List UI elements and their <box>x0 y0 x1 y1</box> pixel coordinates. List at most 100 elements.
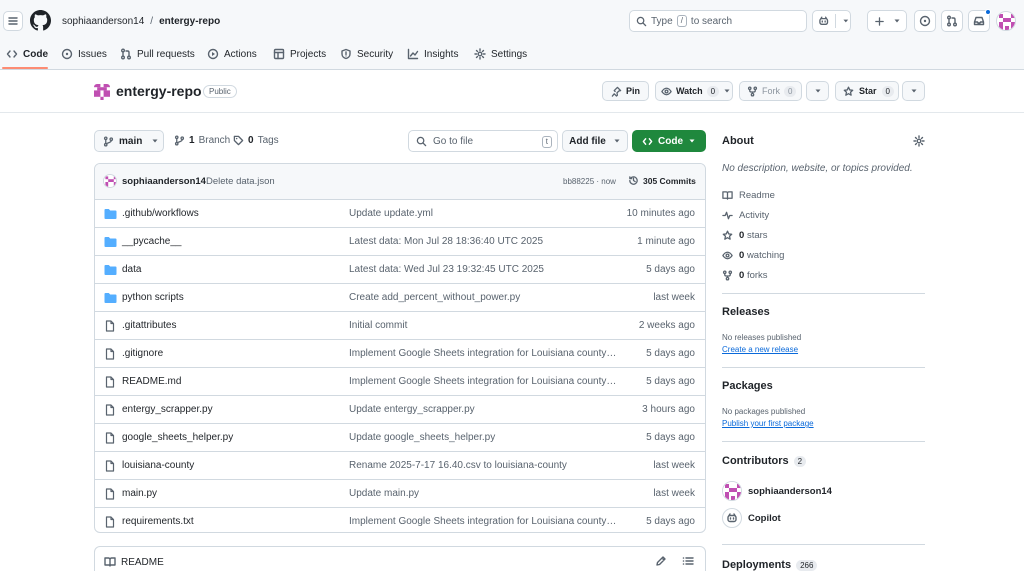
user-avatar[interactable] <box>996 11 1016 31</box>
go-to-file-input[interactable]: Go to file t <box>408 130 558 152</box>
table-row[interactable]: .github/workflows Update update.yml 10 min… <box>94 199 706 227</box>
add-file-label: Add file <box>569 135 606 147</box>
contributors-title: Contributors <box>722 455 789 467</box>
copilot-button[interactable] <box>812 10 851 32</box>
table-row[interactable]: .gitattributes Initial commit 2 weeks ago <box>94 311 706 339</box>
code-dropdown-button[interactable]: Code <box>632 130 706 152</box>
watch-button[interactable]: Watch 0 <box>655 81 733 101</box>
latest-commit-message[interactable]: Delete data.json <box>206 176 275 187</box>
releases-title[interactable]: Releases <box>722 306 770 318</box>
fork-button[interactable]: Fork 0 <box>739 81 802 101</box>
repo-tab-issues[interactable]: Issues <box>61 45 107 63</box>
commit-message-link[interactable]: Create add_percent_without_power.py <box>349 292 617 303</box>
about-activity-link[interactable]: Activity <box>722 208 769 222</box>
about-watching-link[interactable]: 0 watching <box>722 248 784 262</box>
publish-package-link[interactable]: Publish your first package <box>722 419 814 428</box>
commit-message-link[interactable]: Implement Google Sheets integration for … <box>349 516 617 527</box>
graph-icon <box>407 48 419 60</box>
commit-message-link[interactable]: Implement Google Sheets integration for … <box>349 376 617 387</box>
repo-tab-code[interactable]: Code <box>6 45 48 63</box>
repo-tab-insights[interactable]: Insights <box>407 45 458 63</box>
search-icon <box>416 136 427 146</box>
create-new-button[interactable] <box>867 10 907 32</box>
latest-commit-avatar[interactable] <box>103 174 117 188</box>
file-name-link[interactable]: .github/workflows <box>122 208 199 219</box>
about-forks-link[interactable]: 0 forks <box>722 268 768 282</box>
file-icon <box>105 516 115 528</box>
sidebar-divider <box>722 441 925 442</box>
edit-readme-button[interactable] <box>655 555 667 567</box>
contributor-item[interactable]: sophiaanderson14 <box>722 481 832 501</box>
fork-dropdown-button[interactable] <box>806 81 829 101</box>
packages-title[interactable]: Packages <box>722 380 773 392</box>
repo-name[interactable]: entergy-repo <box>116 83 202 99</box>
table-row[interactable]: louisiana-county Rename 2025-7-17 16.40.c… <box>94 451 706 479</box>
pin-button[interactable]: Pin <box>602 81 649 101</box>
pull-requests-button[interactable] <box>941 10 963 32</box>
global-search-input[interactable]: Type / to search <box>629 10 807 32</box>
pulse-icon <box>722 211 733 219</box>
table-row[interactable]: data Latest data: Wed Jul 23 19:32:45 UTC… <box>94 255 706 283</box>
about-stars-link[interactable]: 0 stars <box>722 228 768 242</box>
file-name-link[interactable]: .gitattributes <box>122 320 176 331</box>
star-dropdown-button[interactable] <box>902 81 925 101</box>
table-row[interactable]: requirements.txt Implement Google Sheets … <box>94 507 706 535</box>
latest-commit-author[interactable]: sophiaanderson14 <box>122 176 206 187</box>
hamburger-menu-button[interactable] <box>3 11 23 31</box>
file-name-link[interactable]: python scripts <box>122 292 184 303</box>
breadcrumb-separator: / <box>150 16 154 27</box>
latest-commit-hash-time[interactable]: bb88225 · now <box>563 177 616 186</box>
commit-message-link[interactable]: Rename 2025-7-17 16.40.csv to louisiana-… <box>349 460 617 471</box>
folder-icon-wrapper <box>104 292 117 304</box>
file-name-link[interactable]: main.py <box>122 488 157 499</box>
file-name-link[interactable]: louisiana-county <box>122 460 194 471</box>
eye-icon <box>661 87 672 95</box>
table-row[interactable]: __pycache__ Latest data: Mon Jul 28 18:36… <box>94 227 706 255</box>
repo-tab-projects[interactable]: Projects <box>273 45 326 63</box>
table-row[interactable]: google_sheets_helper.py Update google_she… <box>94 423 706 451</box>
commit-message-link[interactable]: Latest data: Wed Jul 23 19:32:45 UTC 202… <box>349 264 617 275</box>
table-row[interactable]: entergy_scrapper.py Update entergy_scrapp… <box>94 395 706 423</box>
repo-tab-actions[interactable]: Actions <box>207 45 257 63</box>
branch-selector[interactable]: main <box>94 130 164 152</box>
deployments-header[interactable]: Deployments 266 <box>722 559 818 571</box>
table-row[interactable]: README.md Implement Google Sheets integra… <box>94 367 706 395</box>
commits-history-link[interactable]: 305 Commits <box>628 175 696 186</box>
star-button[interactable]: Star 0 <box>835 81 899 101</box>
create-release-link[interactable]: Create a new release <box>722 345 798 354</box>
about-settings-button[interactable] <box>913 135 925 147</box>
file-name-link[interactable]: entergy_scrapper.py <box>122 404 213 415</box>
file-name-link[interactable]: data <box>122 264 141 275</box>
file-name-link[interactable]: requirements.txt <box>122 516 194 527</box>
readme-tab[interactable]: README <box>104 556 164 568</box>
file-name-link[interactable]: README.md <box>122 376 181 387</box>
breadcrumb-owner-link[interactable]: sophiaanderson14 <box>62 16 144 27</box>
file-name-link[interactable]: .gitignore <box>122 348 163 359</box>
commit-message-link[interactable]: Implement Google Sheets integration for … <box>349 348 617 359</box>
contributor-name: Copilot <box>748 512 781 524</box>
table-row[interactable]: python scripts Create add_percent_without… <box>94 283 706 311</box>
commit-message-link[interactable]: Update update.yml <box>349 208 617 219</box>
about-readme-link[interactable]: Readme <box>722 188 775 202</box>
file-name-link[interactable]: google_sheets_helper.py <box>122 432 233 443</box>
contributors-header[interactable]: Contributors 2 <box>722 455 807 467</box>
commit-message-link[interactable]: Update entergy_scrapper.py <box>349 404 617 415</box>
commit-message-link[interactable]: Update main.py <box>349 488 617 499</box>
repo-tab-pull-requests[interactable]: Pull requests <box>120 45 195 63</box>
readme-outline-button[interactable] <box>682 555 694 567</box>
breadcrumb-repo-link[interactable]: entergy-repo <box>159 16 220 27</box>
add-file-button[interactable]: Add file <box>562 130 628 152</box>
repo-tab-security[interactable]: Security <box>340 45 393 63</box>
commit-message-link[interactable]: Initial commit <box>349 320 617 331</box>
commit-message-link[interactable]: Latest data: Mon Jul 28 18:36:40 UTC 202… <box>349 236 617 247</box>
tags-link[interactable]: 0 Tags <box>233 135 279 146</box>
contributor-item[interactable]: Copilot <box>722 508 781 528</box>
github-logo[interactable] <box>30 10 51 31</box>
branches-link[interactable]: 1 Branch <box>174 135 230 146</box>
commit-message-link[interactable]: Update google_sheets_helper.py <box>349 432 617 443</box>
table-row[interactable]: main.py Update main.py last week <box>94 479 706 507</box>
repo-tab-settings[interactable]: Settings <box>474 45 527 63</box>
table-row[interactable]: .gitignore Implement Google Sheets integr… <box>94 339 706 367</box>
file-name-link[interactable]: __pycache__ <box>122 236 182 247</box>
issues-button[interactable] <box>914 10 936 32</box>
